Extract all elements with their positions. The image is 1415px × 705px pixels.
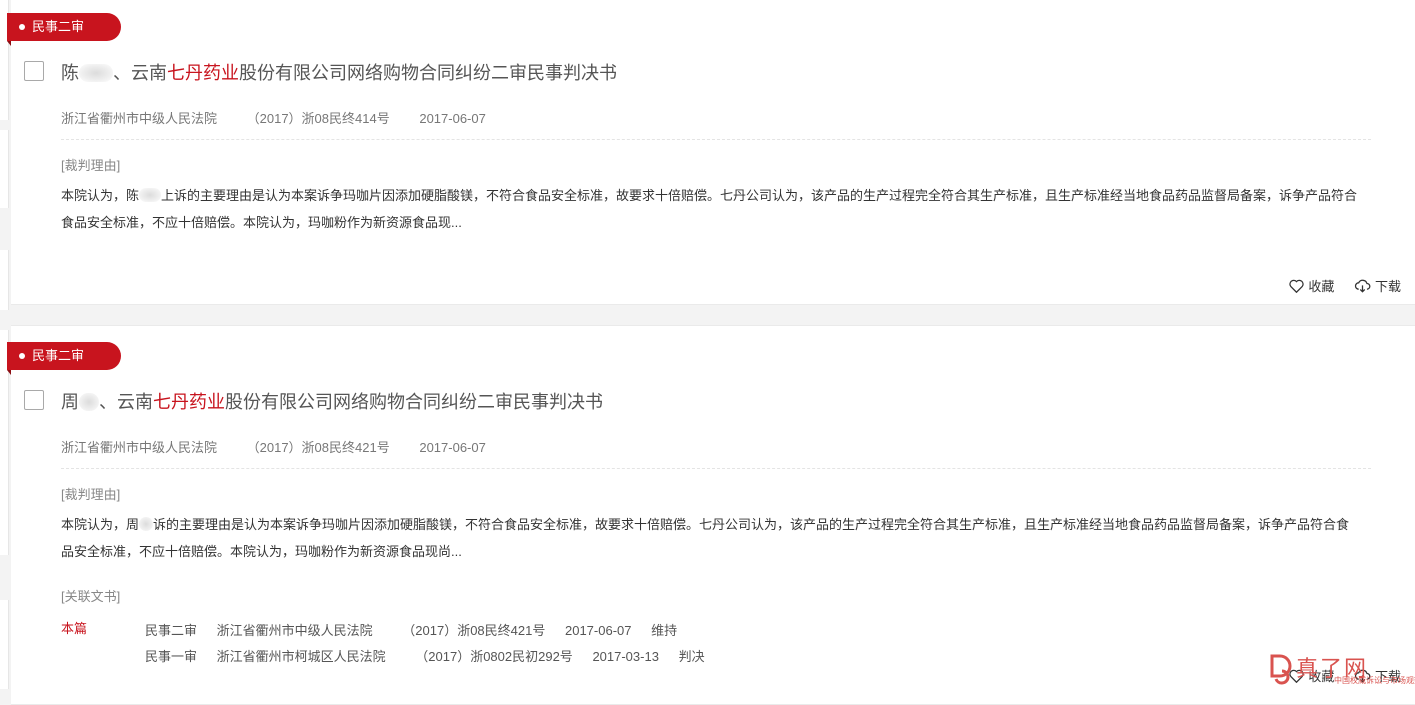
rail-segment	[0, 130, 9, 208]
watermark-subtitle: 中国权威诉讼与市场观察媒体	[1334, 676, 1415, 685]
select-checkbox[interactable]	[24, 390, 44, 410]
favorite-button[interactable]: 收藏	[1289, 276, 1334, 295]
court-name: 浙江省衢州市中级人民法院	[61, 440, 218, 455]
title-middle: 、云南	[113, 63, 167, 83]
title-suffix: 股份有限公司网络购物合同纠纷二审民事判决书	[225, 392, 603, 412]
related-date: 2017-03-13	[592, 649, 659, 664]
card-actions: 收藏 下载	[1273, 276, 1401, 296]
related-date: 2017-06-07	[564, 623, 632, 638]
title-prefix: 陈	[61, 63, 79, 83]
title-prefix: 周	[61, 392, 79, 412]
reason-text: 本院认为，陈 上诉的主要理由是认为本案诉争玛咖片因添加硬脂酸镁，不符合食品安全标准…	[61, 182, 1361, 236]
case-type-tag: 民事二审	[7, 342, 121, 375]
watermark: 真了网 中国权威诉讼与市场观察媒体	[1268, 653, 1415, 689]
case-number: （2017）浙08民终421号	[246, 440, 390, 455]
title-highlight: 七丹药业	[153, 392, 225, 412]
case-number: （2017）浙08民终414号	[246, 111, 390, 126]
related-doc-row[interactable]: 民事二审 浙江省衢州市中级人民法院 （2017）浙08民终421号 2017-0…	[145, 620, 693, 639]
reason-text-a: 本院认为，周	[61, 517, 140, 532]
related-case-number: （2017）浙0802民初292号	[415, 649, 573, 664]
reason-text-b: 上诉的主要理由是认为本案诉争玛咖片因添加硬脂酸镁，不符合食品安全标准，故要求十倍…	[61, 188, 1358, 230]
judgment-date: 2017-06-07	[419, 440, 486, 455]
reason-text-a: 本院认为，陈	[61, 188, 140, 203]
related-court: 浙江省衢州市柯城区人民法院	[216, 649, 386, 664]
title-highlight: 七丹药业	[167, 63, 239, 83]
favorite-label: 收藏	[1308, 279, 1335, 294]
case-title-link[interactable]: 陈 、云南七丹药业股份有限公司网络购物合同纠纷二审民事判决书	[61, 59, 617, 85]
related-type: 民事一审	[145, 649, 198, 664]
case-meta: 浙江省衢州市中级人民法院 （2017）浙08民终421号 2017-06-07	[61, 437, 1371, 469]
redacted-name	[79, 393, 99, 411]
case-title-link[interactable]: 周、云南七丹药业股份有限公司网络购物合同纠纷二审民事判决书	[61, 388, 603, 414]
rail-segment	[0, 600, 9, 689]
related-result: 维持	[651, 623, 678, 638]
download-button[interactable]: 下载	[1354, 276, 1401, 295]
related-result: 判决	[678, 649, 705, 664]
redacted-name	[139, 188, 162, 202]
related-doc-row[interactable]: 民事一审 浙江省衢州市柯城区人民法院 （2017）浙0802民初292号 201…	[145, 646, 721, 665]
related-court: 浙江省衢州市中级人民法院	[216, 623, 373, 638]
watermark-logo-icon	[1270, 654, 1292, 685]
reason-label: [裁判理由]	[61, 487, 121, 502]
cloud-download-icon	[1354, 279, 1371, 293]
redacted-name	[139, 517, 154, 531]
case-type-tag: 民事二审	[7, 13, 121, 46]
heart-icon	[1289, 279, 1305, 293]
redacted-name	[79, 64, 113, 82]
select-checkbox[interactable]	[24, 61, 44, 81]
case-meta: 浙江省衢州市中级人民法院 （2017）浙08民终414号 2017-06-07	[61, 108, 1371, 140]
title-suffix: 股份有限公司网络购物合同纠纷二审民事判决书	[239, 63, 617, 83]
related-docs-label: [关联文书]	[61, 589, 121, 604]
download-label: 下载	[1374, 279, 1401, 294]
reason-label: [裁判理由]	[61, 158, 121, 173]
court-name: 浙江省衢州市中级人民法院	[61, 111, 218, 126]
related-type: 民事二审	[145, 623, 198, 638]
reason-text-b: 诉的主要理由是认为本案诉争玛咖片因添加硬脂酸镁，不符合食品安全标准，故要求十倍赔…	[61, 517, 1350, 559]
reason-text: 本院认为，周 诉的主要理由是认为本案诉争玛咖片因添加硬脂酸镁，不符合食品安全标准，…	[61, 511, 1361, 565]
title-middle: 、云南	[99, 392, 153, 412]
result-card: 民事二审 周、云南七丹药业股份有限公司网络购物合同纠纷二审民事判决书 浙江省衢州…	[7, 325, 1415, 705]
related-case-number: （2017）浙08民终421号	[402, 623, 546, 638]
current-doc-label: 本篇	[61, 621, 88, 636]
rail-segment	[0, 250, 9, 310]
result-card: 民事二审 陈 、云南七丹药业股份有限公司网络购物合同纠纷二审民事判决书 浙江省衢州…	[7, 0, 1415, 305]
judgment-date: 2017-06-07	[419, 111, 486, 126]
